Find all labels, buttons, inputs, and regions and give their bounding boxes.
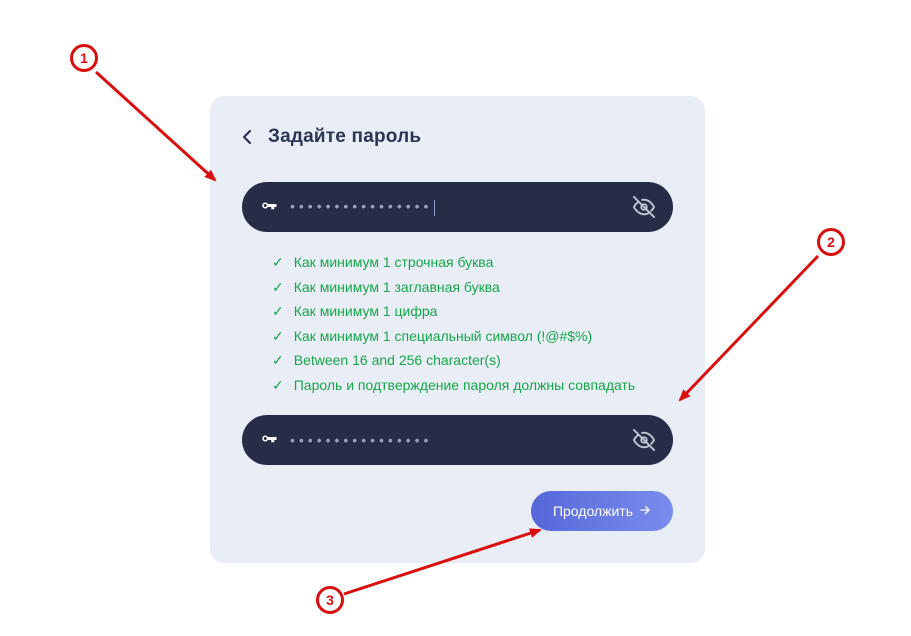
annotation-arrows — [0, 0, 911, 636]
